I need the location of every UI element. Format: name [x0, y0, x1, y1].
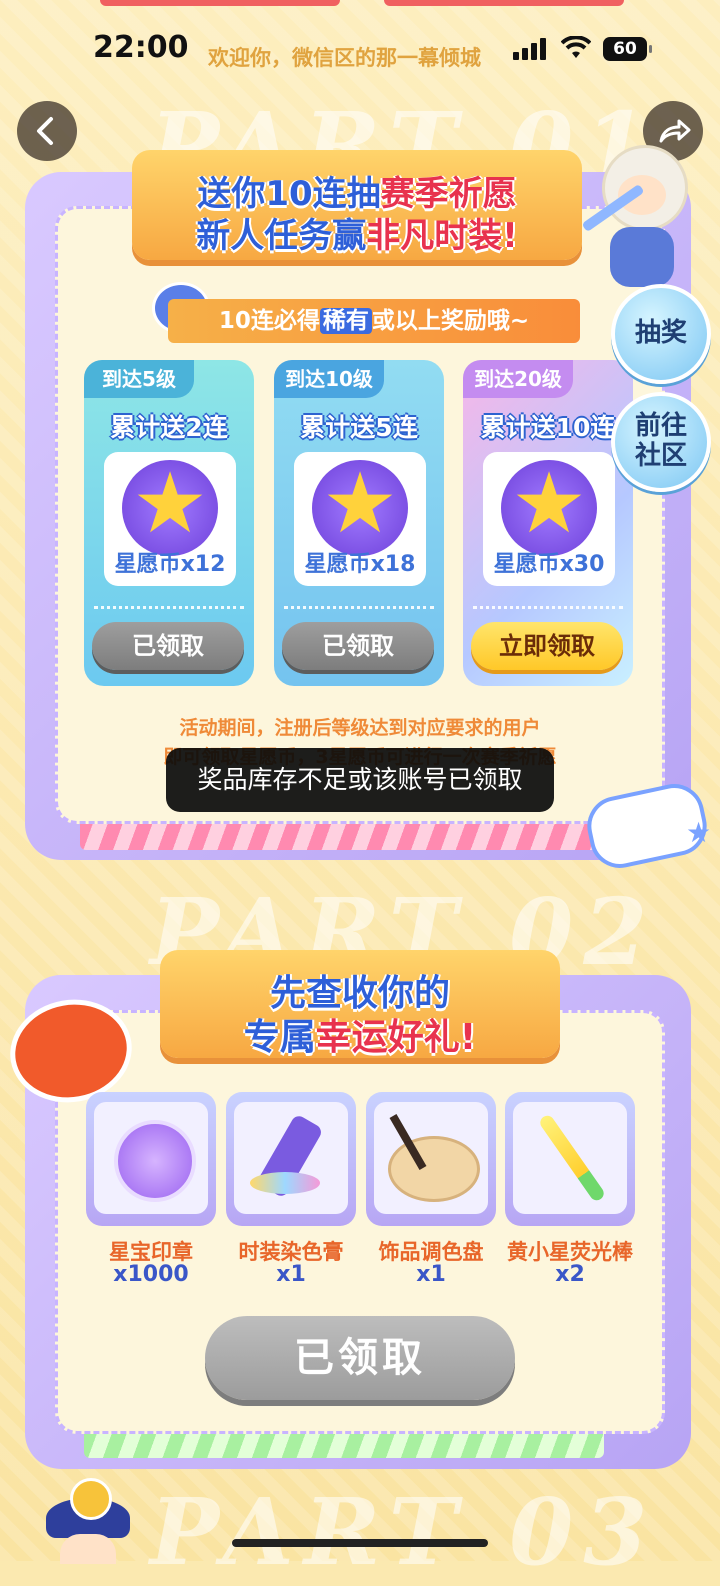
- star-coin-icon: [312, 454, 408, 556]
- star-coin-icon: [122, 454, 218, 556]
- part2-ribbon: 先查收你的 专属幸运好礼!: [160, 950, 560, 1058]
- claimed-button[interactable]: 已领取: [92, 622, 244, 670]
- ribbon-text: 专属: [243, 1017, 316, 1058]
- wizard-character-illustration: [36, 1478, 136, 1564]
- tier-level-label: 到达20级: [463, 360, 573, 398]
- character-illustration: [580, 135, 700, 300]
- clock: 22:00: [93, 30, 189, 65]
- tier-level-label: 到达10级: [274, 360, 384, 398]
- tier-gift-label: 累计送5连: [300, 413, 418, 442]
- star-coin-icon: [501, 454, 597, 556]
- rare-tag: 稀有: [319, 308, 372, 334]
- ribbon-highlight: 幸运好礼!: [315, 1017, 477, 1058]
- divider: [284, 606, 434, 609]
- reward-box: 星愿币x30: [483, 452, 615, 586]
- gift-item-glowstick: [505, 1092, 635, 1226]
- gift-item-palette: [366, 1092, 496, 1226]
- tier-card-level5: 到达5级 累计送2连 星愿币x12 已领取: [84, 360, 254, 686]
- toast-message: 奖品库存不足或该账号已领取: [166, 748, 554, 812]
- community-label: 前往: [634, 411, 687, 442]
- tier-level-label: 到达5级: [84, 360, 194, 398]
- divider: [94, 606, 244, 609]
- reward-box: 星愿币x12: [104, 452, 236, 586]
- glowstick-icon: [537, 1113, 607, 1203]
- gift-item-stamp: [86, 1092, 216, 1226]
- tier-card-level20: 到达20级 累计送10连 星愿币x30 立即领取: [463, 360, 633, 686]
- item-quantity: x1: [416, 1262, 446, 1287]
- reward-quantity: 星愿币x30: [493, 552, 605, 577]
- item-quantity: x1000: [113, 1262, 189, 1287]
- part1-ribbon: 送你10连抽赛季祈愿 新人任务赢非凡时装!: [132, 150, 582, 260]
- ribbon-text: 新人任务赢: [196, 216, 367, 256]
- notice-text: 10连必得: [218, 308, 320, 334]
- ribbon-highlight: 非凡时装!: [366, 216, 518, 256]
- part-watermark: PART 03: [150, 1478, 658, 1586]
- item-quantity: x1: [276, 1262, 306, 1287]
- tier-card-level10: 到达10级 累计送5连 星愿币x18 已领取: [274, 360, 444, 686]
- lottery-label: 抽奖: [634, 318, 687, 349]
- welcome-marquee: 欢迎你，微信区的那一幕倾城: [208, 46, 481, 70]
- sticker-decoration: ★: [578, 776, 713, 874]
- tier-gift-label: 累计送10连: [480, 413, 616, 442]
- claim-now-button[interactable]: 立即领取: [471, 622, 623, 670]
- stamp-icon: [114, 1120, 196, 1202]
- community-label: 社区: [634, 441, 687, 471]
- divider: [473, 606, 623, 609]
- chevron-left-icon: [37, 117, 53, 145]
- reward-notice: 10连必得 稀有 或以上奖励哦~: [168, 299, 580, 343]
- claimed-button[interactable]: 已领取: [282, 622, 434, 670]
- item-quantity: x2: [555, 1262, 585, 1287]
- cellular-signal-icon: [513, 38, 549, 60]
- claimed-gift-button[interactable]: 已领取: [205, 1316, 515, 1400]
- palette-icon: [388, 1136, 480, 1202]
- back-button[interactable]: [17, 101, 77, 161]
- battery-indicator: 60: [603, 37, 652, 61]
- reward-quantity: 星愿币x12: [114, 552, 226, 577]
- wifi-icon: [561, 36, 591, 58]
- gift-item-dye: [226, 1092, 356, 1226]
- status-bar: 22:00 欢迎你，微信区的那一幕倾城 60: [0, 0, 720, 100]
- activity-description: 活动期间，注册后等级达到对应要求的用户: [179, 717, 541, 739]
- reward-quantity: 星愿币x18: [304, 552, 416, 577]
- home-indicator[interactable]: [232, 1539, 488, 1547]
- notice-text: 或以上奖励哦~: [371, 308, 530, 334]
- lottery-button[interactable]: 抽奖: [611, 284, 711, 384]
- reward-box: 星愿币x18: [294, 452, 426, 586]
- community-button[interactable]: 前往 社区: [611, 392, 711, 492]
- tier-gift-label: 累计送2连: [110, 413, 228, 442]
